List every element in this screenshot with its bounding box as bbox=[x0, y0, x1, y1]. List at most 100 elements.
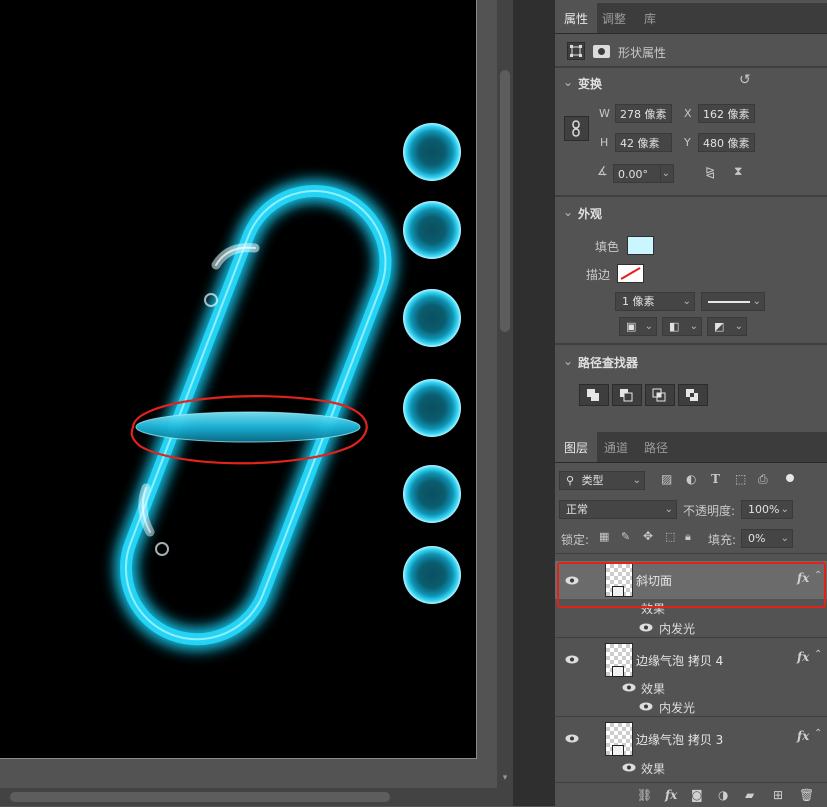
horizontal-scrollbar[interactable] bbox=[0, 788, 497, 806]
visibility-eye-icon[interactable] bbox=[639, 623, 653, 632]
shape-properties-label: 形状属性 bbox=[618, 46, 667, 60]
lock-position-icon[interactable]: ✥ bbox=[643, 529, 653, 543]
mask-icon[interactable] bbox=[593, 45, 610, 58]
chevron-down-icon: ⌄ bbox=[644, 321, 653, 332]
scroll-down-arrow-icon[interactable]: ▾ bbox=[500, 773, 510, 785]
visibility-eye-icon[interactable] bbox=[565, 734, 579, 743]
stroke-color-swatch[interactable] bbox=[617, 264, 644, 283]
tab-channels[interactable]: 通道 bbox=[595, 432, 637, 462]
tab-adjustments[interactable]: 调整 bbox=[593, 3, 635, 33]
width-label: W bbox=[599, 107, 610, 120]
stroke-width-dropdown[interactable]: 1 像素 ⌄ bbox=[615, 292, 695, 311]
chevron-down-icon: ⌄ bbox=[734, 321, 743, 332]
flip-horizontal-icon[interactable]: ⧎ bbox=[705, 165, 715, 179]
solid-line-icon bbox=[708, 301, 750, 303]
horizontal-scroll-thumb[interactable] bbox=[10, 792, 390, 802]
fill-color-swatch[interactable] bbox=[627, 236, 654, 255]
angle-icon: ∡ bbox=[597, 164, 608, 178]
layer-row[interactable]: 边缘气泡 拷贝 3 fx ⌃ bbox=[555, 719, 827, 757]
right-panel: 属性 调整 库 形状属性 ⌄ 变换 ↺ W 278 像素 X 162 像素 H … bbox=[555, 0, 827, 807]
height-label: H bbox=[600, 136, 609, 149]
chevron-down-icon: ⌄ bbox=[661, 168, 670, 179]
stroke-type-dropdown[interactable]: ⌄ bbox=[701, 292, 765, 311]
exclude-shapes-icon[interactable] bbox=[678, 384, 708, 406]
blend-mode-dropdown[interactable]: 正常 ⌄ bbox=[559, 500, 677, 519]
new-layer-icon[interactable]: ⊞ bbox=[773, 788, 783, 802]
combine-shapes-icon[interactable] bbox=[579, 384, 609, 406]
flip-vertical-icon[interactable]: ⧗ bbox=[734, 164, 742, 179]
layers-tabbar: 图层 通道 路径 bbox=[555, 432, 827, 463]
chevron-down-icon[interactable]: ⌄ bbox=[563, 75, 573, 89]
image-filter-icon[interactable]: ▨ bbox=[661, 472, 672, 486]
delete-layer-icon[interactable]: 🗑︎ bbox=[799, 788, 814, 802]
reset-icon[interactable]: ↺ bbox=[739, 72, 751, 88]
canvas-area[interactable] bbox=[0, 0, 497, 806]
lock-transparency-icon[interactable]: ▦ bbox=[599, 530, 609, 543]
stroke-width-value: 1 像素 bbox=[622, 295, 655, 308]
layer-name[interactable]: 边缘气泡 拷贝 4 bbox=[636, 652, 723, 669]
opacity-field[interactable]: 100% ⌄ bbox=[741, 500, 793, 519]
intersect-shapes-icon[interactable] bbox=[645, 384, 675, 406]
vertical-scrollbar[interactable]: ▾ bbox=[497, 0, 513, 806]
vertical-scroll-thumb[interactable] bbox=[500, 70, 510, 332]
subtract-shapes-icon[interactable] bbox=[612, 384, 642, 406]
tab-properties[interactable]: 属性 bbox=[555, 3, 598, 33]
shape-filter-icon[interactable]: ⬚ bbox=[735, 472, 746, 486]
chevron-down-icon[interactable]: ⌄ bbox=[563, 205, 573, 219]
stroke-align-dropdown[interactable]: ▣ ⌄ bbox=[619, 317, 657, 336]
lock-all-icon[interactable]: 🔒︎ bbox=[685, 530, 691, 544]
chevron-down-icon: ⌄ bbox=[780, 504, 789, 515]
blend-mode-value: 正常 bbox=[566, 503, 588, 516]
chevron-down-icon: ⌄ bbox=[689, 321, 698, 332]
stroke-cap-dropdown[interactable]: ◧ ⌄ bbox=[662, 317, 702, 336]
fill-label: 填色 bbox=[595, 240, 620, 254]
chevron-down-icon[interactable]: ⌄ bbox=[563, 354, 573, 368]
effect-name[interactable]: 内发光 bbox=[659, 699, 695, 716]
tab-layers[interactable]: 图层 bbox=[555, 432, 598, 462]
layer-filter-dropdown[interactable]: ⚲ 类型 ⌄ bbox=[559, 471, 645, 490]
adjustment-layer-icon[interactable]: ◑ bbox=[718, 788, 728, 802]
type-filter-icon[interactable]: T bbox=[711, 472, 720, 486]
tab-libraries[interactable]: 库 bbox=[635, 3, 665, 33]
divider bbox=[555, 343, 827, 345]
effects-label: 效果 bbox=[641, 682, 666, 696]
stroke-corner-dropdown[interactable]: ◩ ⌄ bbox=[707, 317, 747, 336]
lock-pixels-icon[interactable]: ✎ bbox=[621, 530, 630, 543]
pathfinder-title: 路径查找器 bbox=[578, 356, 639, 370]
angle-dropdown[interactable]: ⌄ bbox=[660, 164, 674, 183]
shape-transform-icon[interactable] bbox=[567, 42, 585, 60]
filter-toggle-icon[interactable] bbox=[786, 474, 794, 482]
angle-field[interactable]: 0.00° bbox=[613, 164, 661, 183]
add-mask-icon[interactable]: ◙ bbox=[691, 788, 703, 802]
link-layers-icon[interactable]: ⛓ bbox=[637, 788, 652, 802]
visibility-eye-icon[interactable] bbox=[639, 702, 653, 711]
layer-name[interactable]: 边缘气泡 拷贝 3 bbox=[636, 731, 723, 748]
adjustment-filter-icon[interactable]: ◐ bbox=[686, 472, 696, 486]
smart-object-filter-icon[interactable]: ⎙ bbox=[758, 472, 768, 487]
link-dimensions-icon[interactable] bbox=[564, 116, 589, 141]
x-field[interactable]: 162 像素 bbox=[698, 104, 755, 123]
y-label: Y bbox=[684, 136, 691, 149]
effect-name[interactable]: 内发光 bbox=[659, 620, 695, 637]
artwork bbox=[114, 123, 461, 651]
tab-paths[interactable]: 路径 bbox=[635, 432, 677, 462]
search-icon: ⚲ bbox=[566, 474, 575, 487]
y-field[interactable]: 480 像素 bbox=[698, 133, 755, 152]
add-style-fx-icon[interactable]: fx bbox=[665, 788, 677, 802]
layer-row[interactable]: 边缘气泡 拷贝 4 fx ⌃ bbox=[555, 640, 827, 678]
chevron-down-icon: ⌄ bbox=[682, 296, 691, 307]
shape-layer-badge-icon bbox=[612, 745, 624, 756]
document-canvas[interactable] bbox=[0, 0, 477, 759]
lock-artboard-icon[interactable]: ⬚ bbox=[665, 530, 675, 543]
visibility-eye-icon[interactable] bbox=[622, 763, 636, 772]
chevron-up-icon[interactable]: ⌃ bbox=[814, 649, 822, 660]
width-field[interactable]: 278 像素 bbox=[615, 104, 672, 123]
visibility-eye-icon[interactable] bbox=[622, 683, 636, 692]
fx-icon[interactable]: fx bbox=[797, 729, 809, 743]
fill-opacity-field[interactable]: 0% ⌄ bbox=[741, 529, 793, 548]
visibility-eye-icon[interactable] bbox=[565, 655, 579, 664]
new-group-icon[interactable]: ▰ bbox=[745, 788, 754, 802]
fx-icon[interactable]: fx bbox=[797, 650, 809, 664]
height-field[interactable]: 42 像素 bbox=[615, 133, 672, 152]
chevron-up-icon[interactable]: ⌃ bbox=[814, 728, 822, 739]
